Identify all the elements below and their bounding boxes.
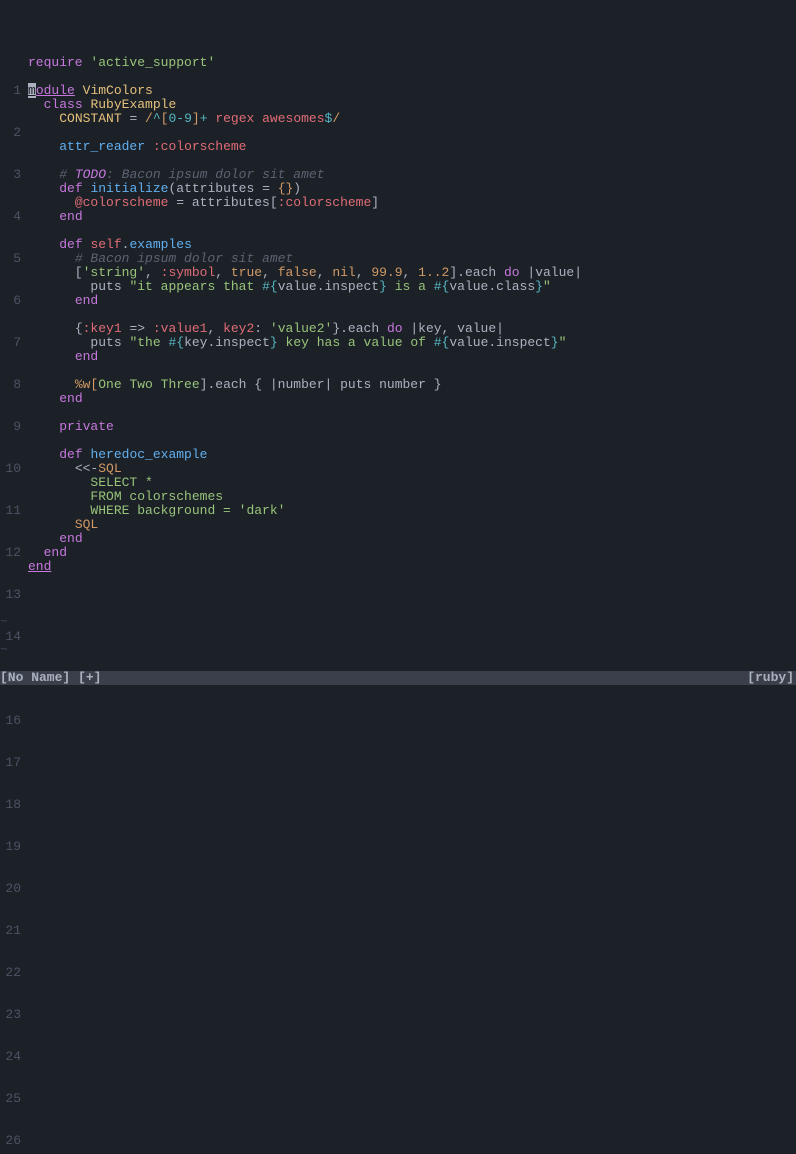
code-line[interactable]: %w[One Two Three].each { |number| puts n… [28,378,796,392]
line-number-gutter: 1 2 3 4 5 6 7 8 9 10 11 12 13 14 15 16 1… [0,56,28,601]
status-bar: [No Name] [+] [ruby] [0,671,796,685]
cursor: m [28,83,36,98]
empty-line-tilde: ~ [0,643,796,657]
line-number: 13 [0,588,21,602]
line-number: 22 [0,966,21,980]
line-number: 24 [0,1050,21,1064]
empty-line-tilde: ~ [0,615,796,629]
line-number: 7 [0,336,21,350]
code-line[interactable]: ['string', :symbol, true, false, nil, 99… [28,266,796,280]
code-line[interactable]: {:key1 => :value1, key2: 'value2'}.each … [28,322,796,336]
code-line[interactable]: end [28,210,796,224]
line-number: 21 [0,924,21,938]
code-line[interactable]: # TODO: Bacon ipsum dolor sit amet [28,168,796,182]
line-number: 17 [0,756,21,770]
code-line[interactable]: # Bacon ipsum dolor sit amet [28,252,796,266]
code-line[interactable] [28,224,796,238]
code-line[interactable]: puts "it appears that #{value.inspect} i… [28,280,796,294]
code-line[interactable]: end [28,560,796,574]
code-line[interactable] [28,70,796,84]
line-number: 12 [0,546,21,560]
code-line[interactable]: puts "the #{key.inspect} key has a value… [28,336,796,350]
code-line[interactable]: WHERE background = 'dark' [28,504,796,518]
line-number: 23 [0,1008,21,1022]
code-line[interactable]: class RubyExample [28,98,796,112]
line-number: 19 [0,840,21,854]
line-number: 6 [0,294,21,308]
line-number: 16 [0,714,21,728]
code-line[interactable]: end [28,532,796,546]
code-line[interactable]: @colorscheme = attributes[:colorscheme] [28,196,796,210]
code-line[interactable]: def heredoc_example [28,448,796,462]
code-line[interactable]: FROM colorschemes [28,490,796,504]
line-number: 20 [0,882,21,896]
line-number: 18 [0,798,21,812]
line-number: 2 [0,126,21,140]
line-number: 1 [0,84,21,98]
code-line[interactable]: end [28,350,796,364]
code-line[interactable]: def initialize(attributes = {}) [28,182,796,196]
code-line[interactable] [28,364,796,378]
line-number: 8 [0,378,21,392]
line-number: 25 [0,1092,21,1106]
line-number: 3 [0,168,21,182]
code-line[interactable] [28,126,796,140]
code-line[interactable]: private [28,420,796,434]
code-line[interactable]: end [28,294,796,308]
code-line[interactable]: CONSTANT = /^[0-9]+ regex awesomes$/ [28,112,796,126]
code-line[interactable]: module VimColors [28,84,796,98]
line-number: 26 [0,1134,21,1148]
code-line[interactable] [28,154,796,168]
code-line[interactable] [28,434,796,448]
code-line[interactable]: SELECT * [28,476,796,490]
code-line[interactable]: attr_reader :colorscheme [28,140,796,154]
line-number: 11 [0,504,21,518]
code-line[interactable] [28,406,796,420]
code-line[interactable] [28,308,796,322]
code-line[interactable]: end [28,392,796,406]
status-filetype: [ruby] [747,671,794,685]
code-line[interactable]: SQL [28,518,796,532]
editor-pane[interactable]: 1 2 3 4 5 6 7 8 9 10 11 12 13 14 15 16 1… [0,56,796,601]
line-number: 5 [0,252,21,266]
code-line[interactable]: def self.examples [28,238,796,252]
code-line[interactable]: require 'active_support' [28,56,796,70]
status-filename: [No Name] [+] [0,671,101,685]
code-line[interactable]: <<-SQL [28,462,796,476]
line-number: 4 [0,210,21,224]
code-area[interactable]: require 'active_support'module VimColors… [28,56,796,601]
code-line[interactable]: end [28,546,796,560]
line-number: 14 [0,630,21,644]
line-number: 10 [0,462,21,476]
line-number: 9 [0,420,21,434]
